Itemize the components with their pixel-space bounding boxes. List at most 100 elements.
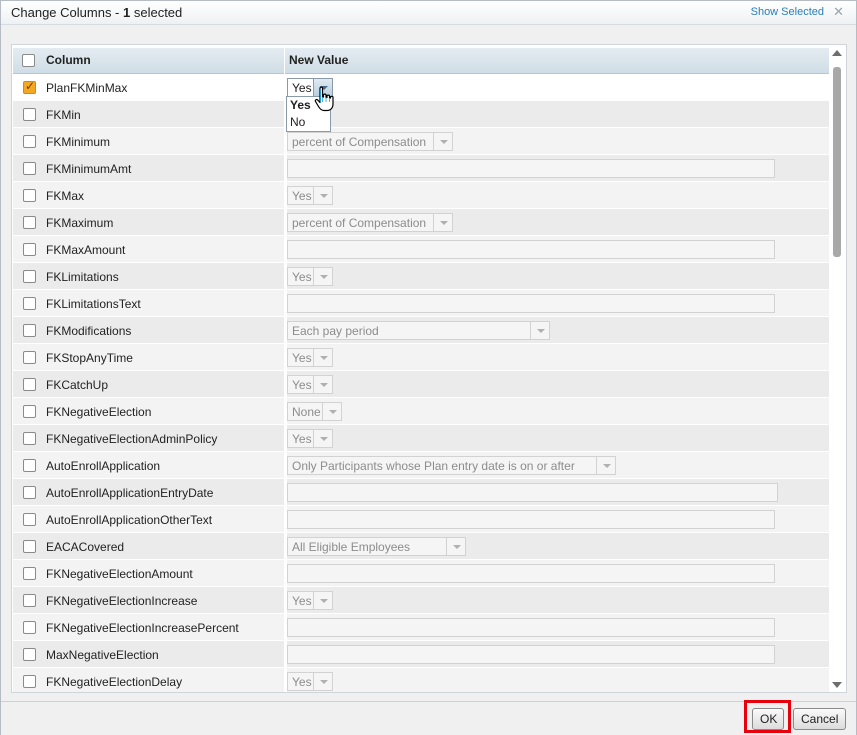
table-row[interactable]: FKNegativeElectionDelay Yes <box>13 668 829 692</box>
chevron-down-icon[interactable] <box>596 457 615 474</box>
table-row[interactable]: AutoEnrollApplicationEntryDate <box>13 479 829 506</box>
row-checkbox[interactable] <box>23 351 36 364</box>
row-checkbox[interactable] <box>23 594 36 607</box>
value-select[interactable]: Yes <box>287 672 333 691</box>
row-checkbox[interactable] <box>23 297 36 310</box>
value-select[interactable]: Yes <box>287 429 333 448</box>
close-icon[interactable]: ✕ <box>833 4 844 20</box>
table-row[interactable]: EACACovered All Eligible Employees <box>13 533 829 560</box>
row-checkbox[interactable] <box>23 513 36 526</box>
select-all-checkbox[interactable] <box>22 54 35 67</box>
value-text-field[interactable] <box>287 240 775 259</box>
scroll-up-arrow-icon[interactable] <box>832 50 842 56</box>
table-row[interactable]: FKNegativeElectionIncrease Yes <box>13 587 829 614</box>
show-selected-link[interactable]: Show Selected <box>751 6 824 18</box>
row-checkbox[interactable] <box>23 540 36 553</box>
value-text-field[interactable] <box>287 294 775 313</box>
value-text-field[interactable] <box>287 510 775 529</box>
row-checkbox[interactable] <box>23 378 36 391</box>
row-checkbox[interactable] <box>23 459 36 472</box>
table-row[interactable]: FKMinimumAmt <box>13 155 829 182</box>
chevron-down-icon[interactable] <box>313 187 332 204</box>
table-row[interactable]: FKMaxAmount <box>13 236 829 263</box>
row-checkbox[interactable] <box>23 135 36 148</box>
value-text-field[interactable] <box>287 618 775 637</box>
chevron-down-icon[interactable] <box>322 403 341 420</box>
table-row[interactable]: MaxNegativeElection <box>13 641 829 668</box>
value-select[interactable]: Only Participants whose Plan entry date … <box>287 456 616 475</box>
chevron-down-icon[interactable] <box>313 673 332 690</box>
column-name: AutoEnrollApplicationOtherText <box>46 513 213 527</box>
value-select[interactable]: Yes <box>287 348 333 367</box>
chevron-down-icon[interactable] <box>313 349 332 366</box>
select-value-text: Yes <box>292 270 312 284</box>
row-checkbox[interactable] <box>23 243 36 256</box>
table-row[interactable]: FKLimitations Yes <box>13 263 829 290</box>
table-row[interactable]: PlanFKMinMax Yes <box>13 74 829 101</box>
row-checkbox[interactable] <box>23 567 36 580</box>
column-header: Column <box>46 53 91 67</box>
chevron-down-icon[interactable] <box>313 592 332 609</box>
table-row[interactable]: AutoEnrollApplication Only Participants w… <box>13 452 829 479</box>
value-select[interactable]: percent of Compensation <box>287 132 453 151</box>
table-row[interactable]: FKNegativeElection None <box>13 398 829 425</box>
chevron-down-icon[interactable] <box>530 322 549 339</box>
vertical-scrollbar[interactable] <box>830 47 844 691</box>
row-checkbox[interactable] <box>23 648 36 661</box>
select-value-text: percent of Compensation <box>292 135 427 149</box>
row-checkbox[interactable] <box>23 486 36 499</box>
row-checkbox[interactable] <box>23 79 36 94</box>
row-checkbox[interactable] <box>23 108 36 121</box>
value-select[interactable]: All Eligible Employees <box>287 537 466 556</box>
chevron-down-icon[interactable] <box>313 376 332 393</box>
table-row[interactable]: FKMax Yes <box>13 182 829 209</box>
row-checkbox[interactable] <box>23 189 36 202</box>
table-row[interactable]: FKCatchUp Yes <box>13 371 829 398</box>
column-name: FKModifications <box>46 324 132 338</box>
dropdown-option-no[interactable]: No <box>287 114 330 131</box>
table-row[interactable]: FKNegativeElectionAdminPolicy Yes <box>13 425 829 452</box>
title-prefix: Change Columns - <box>11 5 123 20</box>
row-checkbox[interactable] <box>23 270 36 283</box>
chevron-down-icon[interactable] <box>446 538 465 555</box>
chevron-down-icon[interactable] <box>433 214 452 231</box>
table-row[interactable]: FKModifications Each pay period <box>13 317 829 344</box>
new-value-cell <box>287 290 827 316</box>
table-row[interactable]: FKNegativeElectionAmount <box>13 560 829 587</box>
table-row[interactable]: FKMin <box>13 101 829 128</box>
chevron-down-icon[interactable] <box>433 133 452 150</box>
value-select[interactable]: Each pay period <box>287 321 550 340</box>
table-body: PlanFKMinMax Yes FKMin FKMinimum percent of … <box>13 74 829 692</box>
row-checkbox[interactable] <box>23 675 36 688</box>
table-row[interactable]: FKNegativeElectionIncreasePercent <box>13 614 829 641</box>
chevron-down-icon[interactable] <box>313 430 332 447</box>
ok-button[interactable]: OK <box>752 708 784 730</box>
row-checkbox[interactable] <box>23 324 36 337</box>
value-select[interactable]: percent of Compensation <box>287 213 453 232</box>
row-checkbox[interactable] <box>23 162 36 175</box>
cancel-button[interactable]: Cancel <box>793 708 846 730</box>
value-select[interactable]: Yes <box>287 375 333 394</box>
value-text-field[interactable] <box>287 564 775 583</box>
table-row[interactable]: AutoEnrollApplicationOtherText <box>13 506 829 533</box>
scroll-down-arrow-icon[interactable] <box>832 682 842 688</box>
table-row[interactable]: FKLimitationsText <box>13 290 829 317</box>
scrollbar-thumb[interactable] <box>833 67 841 257</box>
table-row[interactable]: FKMaximum percent of Compensation <box>13 209 829 236</box>
value-select[interactable]: None <box>287 402 342 421</box>
row-checkbox[interactable] <box>23 432 36 445</box>
column-name: FKMinimum <box>46 135 111 149</box>
value-text-field[interactable] <box>287 645 775 664</box>
value-text-field[interactable] <box>287 483 778 502</box>
value-select[interactable]: Yes <box>287 267 333 286</box>
table-row[interactable]: FKMinimum percent of Compensation <box>13 128 829 155</box>
new-value-cell <box>287 101 827 127</box>
value-text-field[interactable] <box>287 159 775 178</box>
value-select[interactable]: Yes <box>287 186 333 205</box>
row-checkbox[interactable] <box>23 621 36 634</box>
row-checkbox[interactable] <box>23 216 36 229</box>
row-checkbox[interactable] <box>23 405 36 418</box>
value-select[interactable]: Yes <box>287 591 333 610</box>
table-row[interactable]: FKStopAnyTime Yes <box>13 344 829 371</box>
chevron-down-icon[interactable] <box>313 268 332 285</box>
